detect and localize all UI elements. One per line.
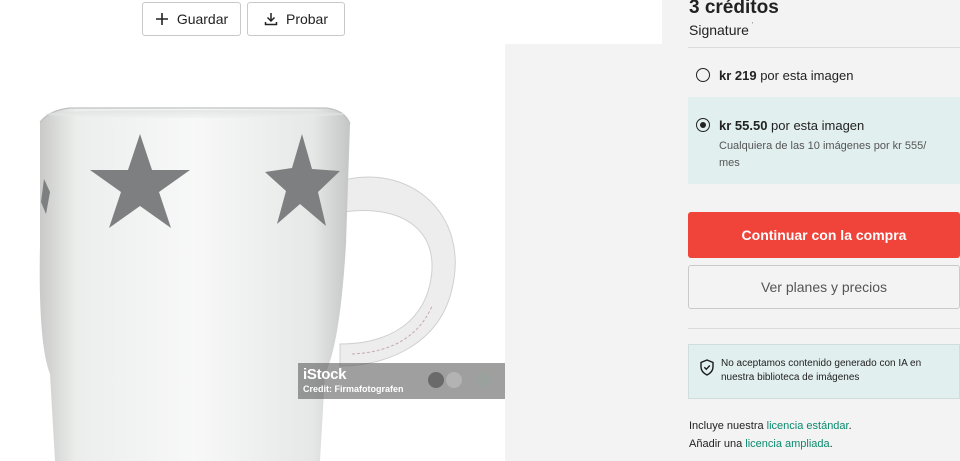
radio-button[interactable] xyxy=(696,68,710,82)
pricing-panel: 3 créditos Signature ' kr 219 por esta im… xyxy=(662,0,960,461)
continue-purchase-button[interactable]: Continuar con la compra xyxy=(688,212,960,258)
image-toolbar: Guardar Probar xyxy=(0,0,662,44)
option-price: kr 219 xyxy=(719,68,757,83)
watermark-dot xyxy=(446,372,462,388)
radio-dot xyxy=(700,122,706,128)
view-plans-button[interactable]: Ver planes y precios xyxy=(688,265,960,309)
option-text: por esta imagen xyxy=(756,68,854,83)
shield-check-icon xyxy=(700,359,714,376)
watermark: iStock Credit: Firmafotografen xyxy=(298,363,505,399)
istock-logo: iStock xyxy=(303,366,347,383)
price-option-single[interactable]: kr 219 por esta imagen xyxy=(696,67,853,85)
option-price: kr 55.50 xyxy=(719,118,768,133)
price-option-subscription[interactable]: kr 55.50 por esta imagen Cualquiera de l… xyxy=(696,117,934,172)
ai-notice: No aceptamos contenido generado con IA e… xyxy=(688,344,960,399)
credits-price: 3 créditos xyxy=(689,0,779,18)
try-button[interactable]: Probar xyxy=(247,2,345,36)
image-credit: Credit: Firmafotografen xyxy=(303,384,404,394)
license-extended-line: Añadir una licencia ampliada. xyxy=(689,438,833,450)
try-label: Probar xyxy=(285,11,329,27)
license-text: . xyxy=(848,420,852,432)
tier-label: Signature xyxy=(689,22,749,38)
plus-icon xyxy=(155,13,168,25)
watermark-dot xyxy=(476,372,492,388)
radio-button-selected[interactable] xyxy=(696,118,710,132)
license-text: . xyxy=(829,438,833,450)
save-label: Guardar xyxy=(176,11,229,27)
divider xyxy=(688,47,960,48)
license-tier: Signature ' xyxy=(689,22,753,38)
info-icon[interactable]: ' xyxy=(752,22,753,29)
notice-text: No aceptamos contenido generado con IA e… xyxy=(721,358,922,383)
license-text: Añadir una xyxy=(689,438,746,450)
option-subtext: Cualquiera de las 10 imágenes por kr 555… xyxy=(719,140,927,169)
standard-license-link[interactable]: licencia estándar xyxy=(767,420,849,432)
license-text: Incluye nuestra xyxy=(689,420,767,432)
option-text: por esta imagen xyxy=(767,118,865,133)
license-standard-line: Incluye nuestra licencia estándar. xyxy=(689,420,852,432)
extended-license-link[interactable]: licencia ampliada xyxy=(745,438,829,450)
download-icon xyxy=(264,13,278,26)
divider xyxy=(688,328,960,329)
save-button[interactable]: Guardar xyxy=(142,2,241,36)
watermark-dot xyxy=(428,372,444,388)
